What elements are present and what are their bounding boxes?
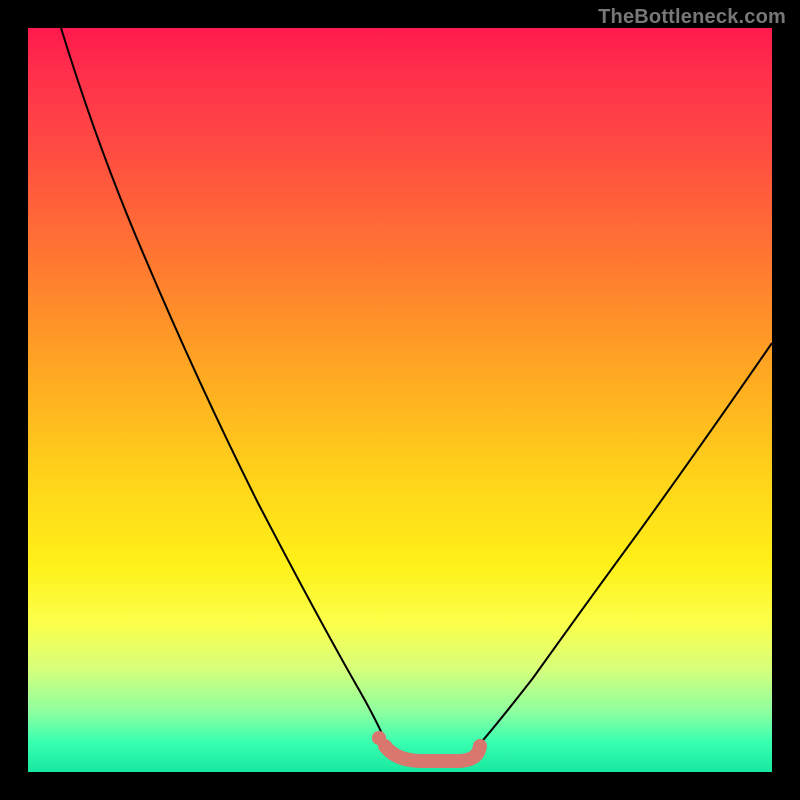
watermark-text: TheBottleneck.com <box>598 6 786 29</box>
right-curve <box>478 343 772 746</box>
plot-area <box>28 28 772 772</box>
left-curve <box>61 28 386 743</box>
bump-start-dot <box>372 731 386 745</box>
bottom-bump <box>385 746 480 761</box>
chart-svg <box>28 28 772 772</box>
